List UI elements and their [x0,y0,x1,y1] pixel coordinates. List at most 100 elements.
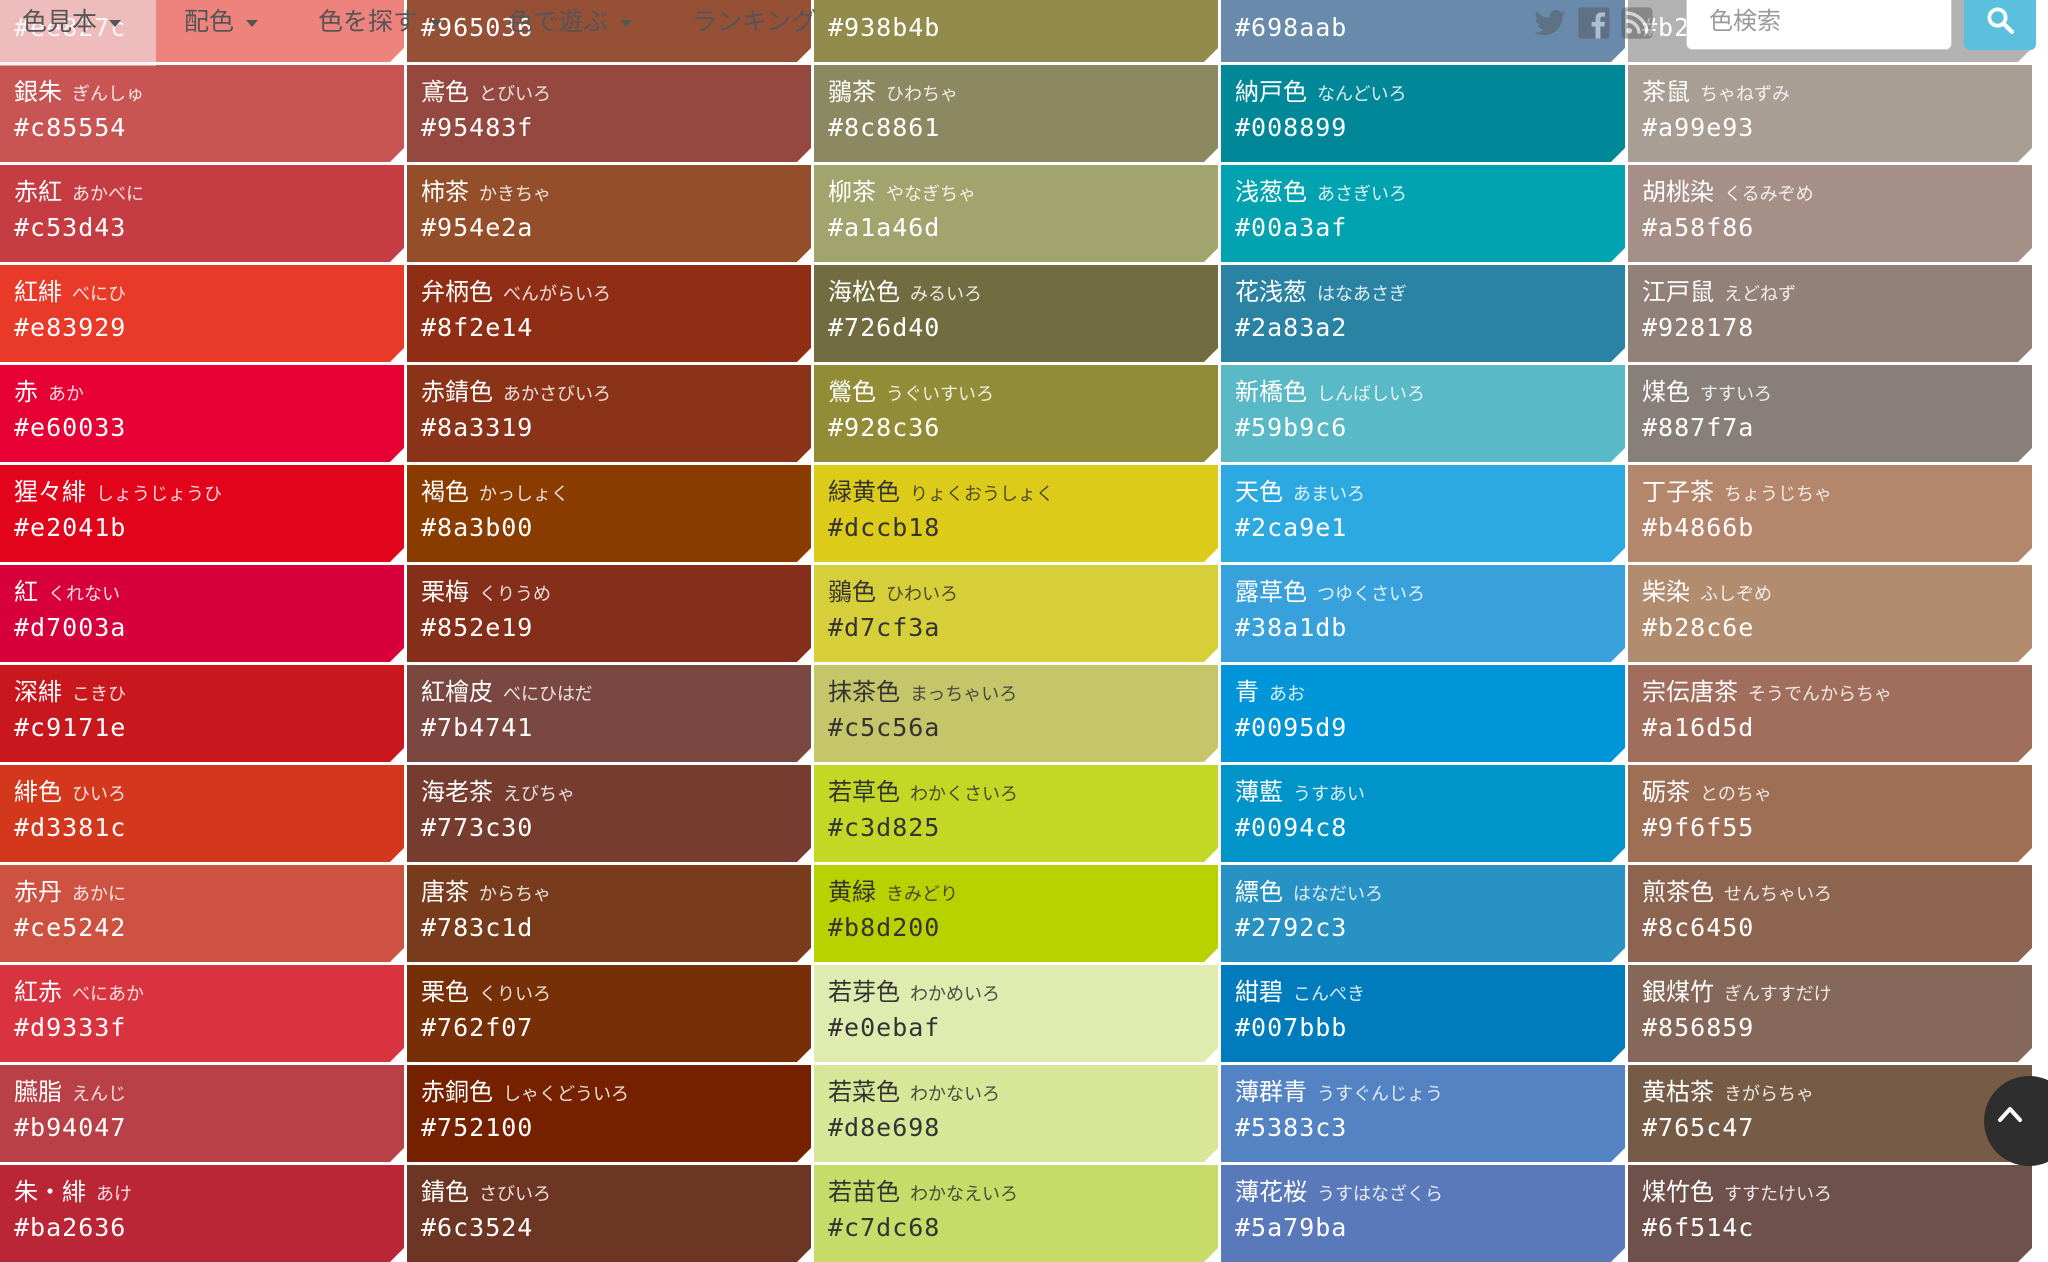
color-swatch[interactable]: 天色 あまいろ #2ca9e1 [1221,465,1625,562]
color-hex-code: #d7003a [14,613,127,642]
color-swatch[interactable]: 猩々緋 しょうじょうひ #e2041b [0,465,404,562]
menu-color-schemes[interactable]: 配色 [184,0,259,44]
rss-icon[interactable] [1620,6,1654,40]
color-name-line: 鶸茶 ひわちゃ [828,77,1204,110]
color-reading: せんちゃいろ [1724,884,1832,905]
color-swatch[interactable]: 丁子茶 ちょうじちゃ #b4866b [1628,465,2032,562]
color-name-line: 赤錆色 あかさびいろ [421,377,797,410]
color-reading: ぎんすすだけ [1724,984,1832,1005]
color-swatch[interactable]: 花浅葱 はなあさぎ #2a83a2 [1221,265,1625,362]
color-swatch[interactable]: 浅葱色 あさぎいろ #00a3af [1221,165,1625,262]
color-swatch[interactable]: 新橋色 しんばしいろ #59b9c6 [1221,365,1625,462]
color-hex-code: #0095d9 [1235,713,1348,742]
color-swatch[interactable]: 黄緑 きみどり #b8d200 [814,865,1218,962]
color-swatch[interactable]: 栗色 くりいろ #762f07 [407,965,811,1062]
menu-color-samples[interactable]: 色見本 [22,0,122,44]
scroll-to-top-button[interactable] [1984,1076,2048,1166]
color-swatch[interactable]: 煤色 すすいろ #887f7a [1628,365,2032,462]
color-swatch[interactable]: 赤丹 あかに #ce5242 [0,865,404,962]
color-swatch[interactable]: 縹色 はなだいろ #2792c3 [1221,865,1625,962]
color-swatch[interactable]: 海松色 みるいろ #726d40 [814,265,1218,362]
color-reading: ちゃねずみ [1700,84,1790,105]
color-reading: とのちゃ [1700,784,1772,805]
menu-ranking[interactable]: ランキング [692,0,816,44]
color-swatch[interactable]: 赤銅色 しゃくどういろ #752100 [407,1065,811,1162]
color-swatch[interactable]: 薄花桜 うすはなざくら #5a79ba [1221,1165,1625,1262]
color-swatch[interactable]: 弁柄色 べんがらいろ #8f2e14 [407,265,811,362]
color-name: 鶯色 [828,378,876,406]
color-swatch[interactable]: 若草色 わかくさいろ #c3d825 [814,765,1218,862]
color-swatch[interactable]: 緑黄色 りょくおうしょく #dccb18 [814,465,1218,562]
color-swatch[interactable]: 鶸茶 ひわちゃ #8c8861 [814,65,1218,162]
color-swatch[interactable]: 青あお #0095d9 [1221,665,1625,762]
color-swatch[interactable]: 臙脂 えんじ #b94047 [0,1065,404,1162]
color-swatch[interactable]: 朱・緋 あけ #ba2636 [0,1165,404,1262]
color-swatch[interactable]: 黄枯茶 きがらちゃ #765c47 [1628,1065,2032,1162]
color-name-line: 天色 あまいろ [1235,477,1611,510]
twitter-icon[interactable] [1533,6,1567,40]
color-swatch[interactable]: 銀朱 ぎんしゅ #c85554 [0,65,404,162]
color-swatch[interactable]: 栗梅 くりうめ #852e19 [407,565,811,662]
color-reading: あかべに [72,184,144,205]
search-button[interactable] [1964,0,2036,50]
color-reading: からちゃ [479,884,551,905]
color-swatch[interactable]: 赤紅 あかべに #c53d43 [0,165,404,262]
color-swatch[interactable]: 褐色 かっしょく #8a3b00 [407,465,811,562]
color-reading: そうでんからちゃ [1748,684,1892,705]
color-hex-code: #a99e93 [1642,113,1755,142]
color-swatch[interactable]: 紅くれない #d7003a [0,565,404,662]
color-swatch[interactable]: 若芽色 わかめいろ #e0ebaf [814,965,1218,1062]
color-name-line: 青あお [1235,677,1611,710]
color-swatch[interactable]: 煎茶色 せんちゃいろ #8c6450 [1628,865,2032,962]
color-swatch[interactable]: 紅緋 べにひ #e83929 [0,265,404,362]
color-swatch[interactable]: 薄群青 うすぐんじょう #5383c3 [1221,1065,1625,1162]
color-swatch[interactable]: 紅檜皮 べにひはだ #7b4741 [407,665,811,762]
color-swatch[interactable]: 江戸鼠 えどねず #928178 [1628,265,2032,362]
color-swatch[interactable]: 抹茶色 まっちゃいろ #c5c56a [814,665,1218,762]
color-swatch[interactable]: 柴染 ふしぞめ #b28c6e [1628,565,2032,662]
color-swatch[interactable]: 深緋 こきひ #c9171e [0,665,404,762]
color-hex-code: #c85554 [14,113,127,142]
color-swatch[interactable]: 柿茶 かきちゃ #954e2a [407,165,811,262]
color-hex-code: #0094c8 [1235,813,1348,842]
color-swatch[interactable]: 紅赤 べにあか #d9333f [0,965,404,1062]
facebook-icon[interactable] [1577,6,1611,40]
color-swatch[interactable]: 赤錆色 あかさびいろ #8a3319 [407,365,811,462]
color-swatch[interactable]: 赤あか #e60033 [0,365,404,462]
color-swatch[interactable]: 納戸色 なんどいろ #008899 [1221,65,1625,162]
color-swatch[interactable]: 薄藍 うすあい #0094c8 [1221,765,1625,862]
color-name: 新橋色 [1235,378,1307,406]
color-swatch[interactable]: 柳茶 やなぎちゃ #a1a46d [814,165,1218,262]
color-swatch[interactable]: 鶯色 うぐいすいろ #928c36 [814,365,1218,462]
color-swatch[interactable]: 錆色 さびいろ #6c3524 [407,1165,811,1262]
color-swatch[interactable]: 銀煤竹 ぎんすすだけ #856859 [1628,965,2032,1062]
color-swatch[interactable]: 煤竹色 すすたけいろ #6f514c [1628,1165,2032,1262]
color-swatch[interactable]: 胡桃染 くるみぞめ #a58f86 [1628,165,2032,262]
color-swatch[interactable]: 鶸色 ひわいろ #d7cf3a [814,565,1218,662]
color-swatch[interactable]: 露草色 つゆくさいろ #38a1db [1221,565,1625,662]
color-swatch[interactable]: 海老茶 えびちゃ #773c30 [407,765,811,862]
color-swatch[interactable]: 宗伝唐茶 そうでんからちゃ #a16d5d [1628,665,2032,762]
color-hex-code: #8c8861 [828,113,941,142]
color-swatch[interactable]: 鳶色 とびいろ #95483f [407,65,811,162]
color-swatch[interactable]: 唐茶 からちゃ #783c1d [407,865,811,962]
color-hex-code: #928178 [1642,313,1755,342]
color-swatch[interactable]: 若苗色 わかなえいろ #c7dc68 [814,1165,1218,1262]
color-hex-code: #b94047 [14,1113,127,1142]
color-swatch[interactable]: 茶鼠 ちゃねずみ #a99e93 [1628,65,2032,162]
color-name-line: 胡桃染 くるみぞめ [1642,177,2018,210]
color-swatch[interactable]: 紺碧 こんぺき #007bbb [1221,965,1625,1062]
color-swatch[interactable]: #938b4b [814,0,1218,62]
menu-play-with-color[interactable]: 色で遊ぶ [508,0,633,44]
menu-find-color[interactable]: 色を探す [318,0,443,44]
color-swatch[interactable]: 砺茶 とのちゃ #9f6f55 [1628,765,2032,862]
color-hex-code: #c7dc68 [828,1213,941,1242]
menu-find-color-label: 色を探す [318,7,419,36]
color-name-line: 猩々緋 しょうじょうひ [14,477,390,510]
color-name-line: 銀煤竹 ぎんすすだけ [1642,977,2018,1010]
color-name: 弁柄色 [421,278,493,306]
color-search-input[interactable] [1686,0,1952,50]
color-name: 深緋 [14,678,62,706]
color-swatch[interactable]: 緋色 ひいろ #d3381c [0,765,404,862]
color-swatch[interactable]: 若菜色 わかないろ #d8e698 [814,1065,1218,1162]
